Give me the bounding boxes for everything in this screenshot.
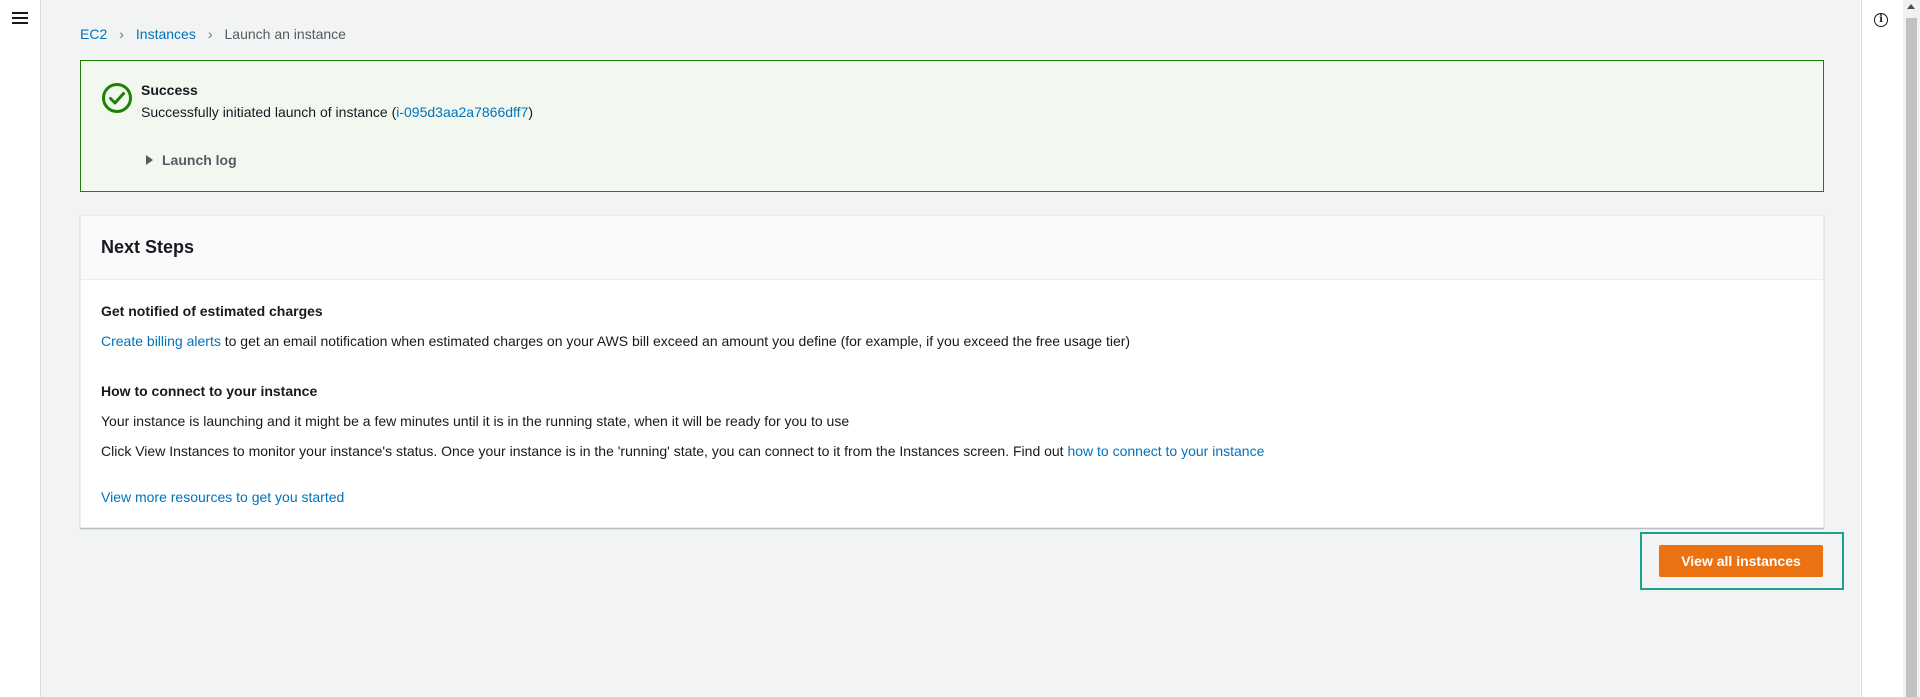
create-billing-alerts-link[interactable]: Create billing alerts: [101, 333, 221, 349]
panel-title: Next Steps: [101, 237, 195, 257]
view-all-instances-button[interactable]: View all instances: [1659, 545, 1823, 577]
alert-message: Successfully initiated launch of instanc…: [141, 104, 533, 120]
instance-id-link[interactable]: i-095d3aa2a7866dff7: [396, 104, 528, 120]
caret-right-icon: [146, 155, 153, 165]
connect-line-2: Click View Instances to monitor your ins…: [101, 443, 1264, 459]
alert-title: Success: [141, 82, 198, 98]
scroll-up-arrow-icon[interactable]: [1907, 4, 1915, 9]
left-nav-rail: [0, 0, 41, 697]
success-alert: Success Successfully initiated launch of…: [80, 60, 1824, 192]
check-circle-icon: [102, 83, 132, 113]
alert-message-prefix: Successfully initiated launch of instanc…: [141, 104, 397, 120]
billing-text: to get an email notification when estima…: [220, 333, 1131, 349]
main-content: EC2 › Instances › Launch an instance Suc…: [41, 0, 1860, 697]
breadcrumb: EC2 › Instances › Launch an instance: [80, 26, 346, 42]
connect-heading: How to connect to your instance: [101, 383, 318, 399]
chevron-right-icon: ›: [207, 26, 213, 42]
connect-line-2-text: Click View Instances to monitor your ins…: [101, 443, 1068, 459]
billing-heading: Get notified of estimated charges: [101, 303, 323, 319]
launch-log-toggle[interactable]: Launch log: [146, 152, 237, 168]
view-all-instances-highlight: View all instances: [1640, 532, 1844, 590]
chevron-right-icon: ›: [119, 26, 124, 42]
breadcrumb-ec2[interactable]: EC2: [80, 26, 107, 42]
how-to-connect-link[interactable]: how to connect to your instance: [1067, 443, 1264, 459]
view-more-resources-link[interactable]: View more resources to get you started: [101, 489, 344, 505]
panel-header: Next Steps: [81, 216, 1823, 280]
next-steps-panel: Next Steps Get notified of estimated cha…: [80, 215, 1824, 528]
hamburger-menu-icon[interactable]: [12, 12, 28, 26]
more-resources-row: View more resources to get you started: [101, 489, 344, 505]
scrollbar-thumb[interactable]: [1906, 18, 1917, 697]
billing-paragraph: Create billing alerts to get an email no…: [101, 333, 1130, 349]
info-icon[interactable]: i: [1874, 13, 1888, 27]
right-tools-rail: i: [1861, 0, 1902, 697]
launch-log-label: Launch log: [162, 152, 237, 168]
breadcrumb-current: Launch an instance: [224, 26, 346, 42]
breadcrumb-instances[interactable]: Instances: [136, 26, 196, 42]
connect-line-1: Your instance is launching and it might …: [101, 413, 850, 429]
vertical-scrollbar[interactable]: [1903, 0, 1920, 697]
alert-message-suffix: ): [528, 104, 534, 120]
